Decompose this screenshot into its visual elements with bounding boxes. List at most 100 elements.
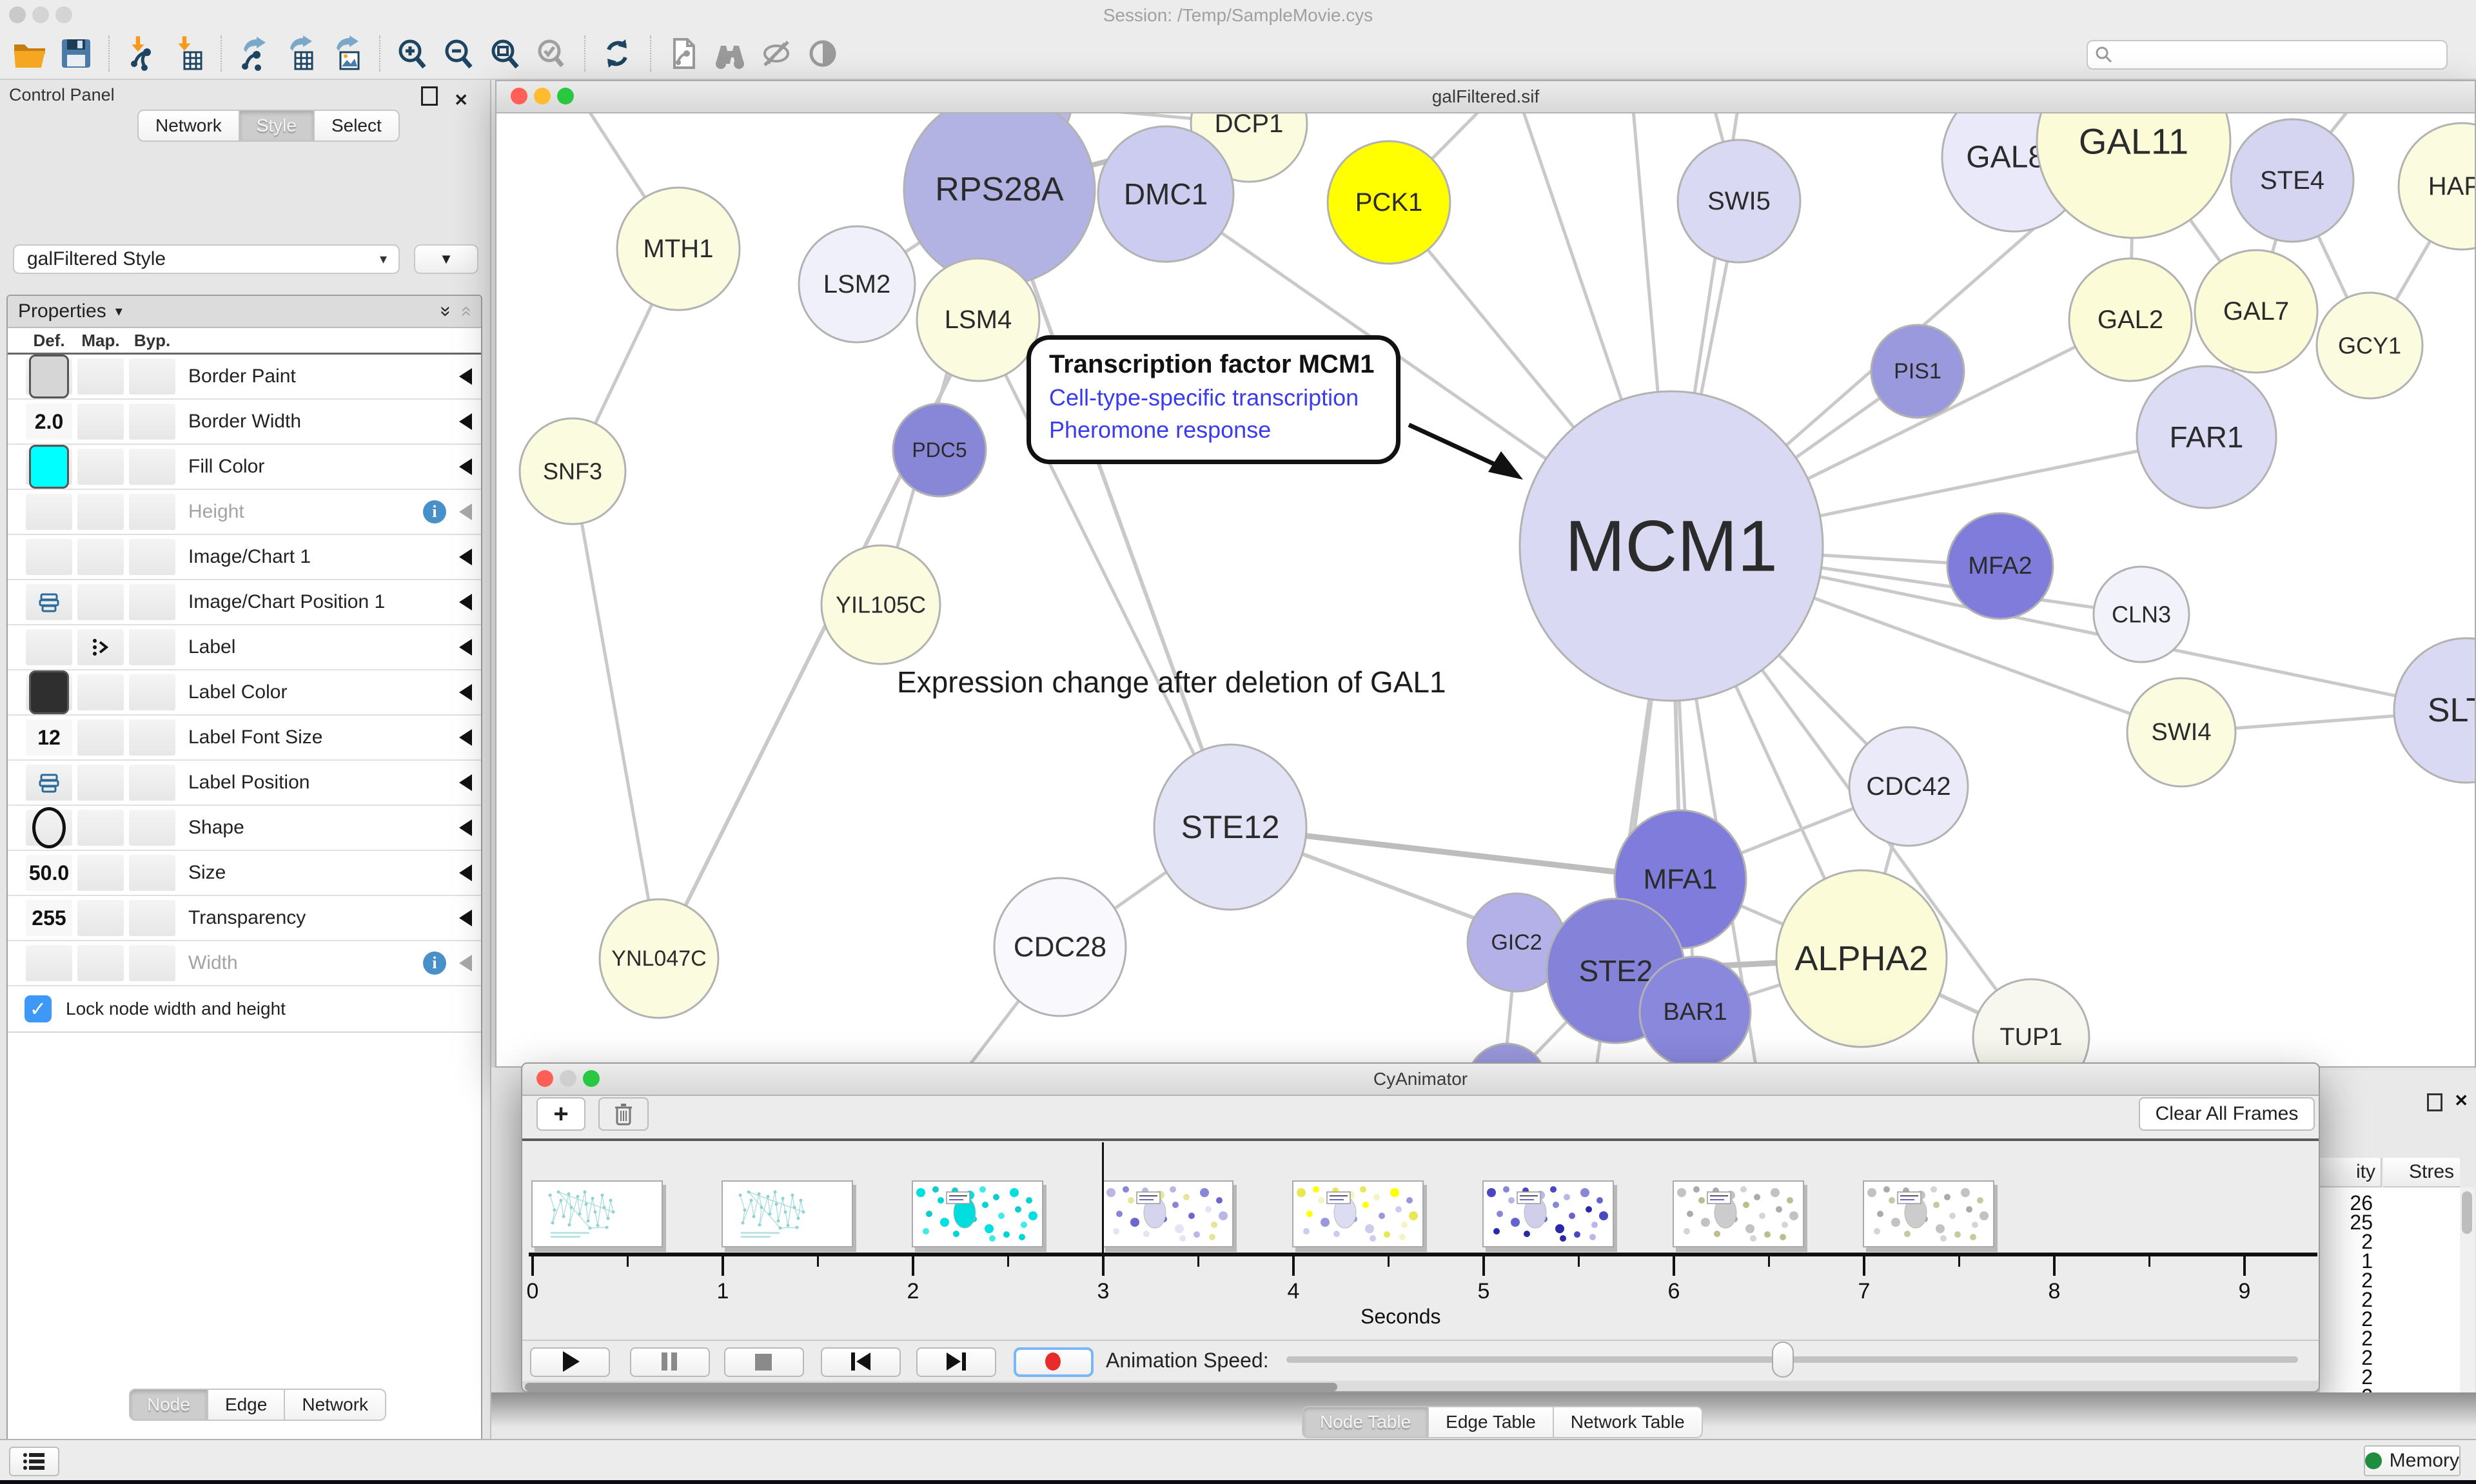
ellipse-shape-icon[interactable] <box>32 807 66 848</box>
byp-cell[interactable] <box>129 539 175 575</box>
node-LSM4[interactable]: LSM4 <box>917 259 1039 381</box>
export-table-button[interactable] <box>280 34 320 73</box>
node-BAR1[interactable]: BAR1 <box>1640 957 1751 1066</box>
node-LSM2[interactable]: LSM2 <box>799 226 915 342</box>
style-selector[interactable]: galFiltered Style ▾ <box>13 244 400 274</box>
clear-all-frames-button[interactable]: Clear All Frames <box>2139 1097 2315 1131</box>
zoom-out-button[interactable] <box>439 34 479 73</box>
def-cell[interactable] <box>26 629 72 665</box>
byp-cell[interactable] <box>129 584 175 620</box>
refresh-button[interactable] <box>598 34 638 73</box>
tab-edge[interactable]: Edge <box>208 1389 284 1421</box>
info-icon[interactable]: i <box>423 500 446 523</box>
property-row-label-position[interactable]: Label Position <box>8 761 481 806</box>
property-row-border-width[interactable]: 2.0Border Width <box>8 400 481 445</box>
position-icon[interactable] <box>37 592 61 612</box>
delete-frame-button[interactable] <box>598 1097 649 1131</box>
table-column-ity[interactable]: ity <box>2320 1158 2382 1187</box>
timeline-ruler[interactable] <box>529 1253 2317 1256</box>
lock-size-checkbox[interactable]: ✓ <box>25 995 52 1022</box>
expand-row-icon[interactable] <box>459 503 472 520</box>
node-ALPHA2[interactable]: ALPHA2 <box>1776 870 1947 1047</box>
property-row-label[interactable]: Label <box>8 625 481 670</box>
default-swatch[interactable] <box>29 445 69 489</box>
byp-cell[interactable] <box>129 674 175 710</box>
byp-cell[interactable] <box>129 404 175 440</box>
node-TUP1[interactable]: TUP1 <box>1973 979 2089 1066</box>
zoom-selected-button[interactable] <box>532 34 572 73</box>
byp-cell[interactable] <box>129 358 175 395</box>
zoom-in-button[interactable] <box>393 34 433 73</box>
tab-node-table[interactable]: Node Table <box>1302 1406 1428 1438</box>
float-panel-icon[interactable] <box>421 86 438 106</box>
frame-thumbnail-4[interactable] <box>1292 1180 1424 1247</box>
node-YNL047C[interactable]: YNL047C <box>600 899 718 1018</box>
tab-network[interactable]: Network <box>137 110 239 142</box>
byp-cell[interactable] <box>129 945 175 981</box>
property-row-shape[interactable]: Shape <box>8 806 481 851</box>
close-table-icon[interactable]: ✕ <box>2454 1091 2468 1111</box>
open-folder-button[interactable] <box>10 34 50 73</box>
def-cell[interactable] <box>26 494 72 530</box>
node-GAL7[interactable]: GAL7 <box>2195 250 2317 373</box>
def-cell[interactable]: 12 <box>26 719 72 756</box>
import-network-button[interactable] <box>122 34 162 73</box>
default-value[interactable]: 12 <box>37 726 61 750</box>
search-field[interactable] <box>2087 40 2448 70</box>
node-CDC28[interactable]: CDC28 <box>994 878 1126 1016</box>
map-cell[interactable] <box>77 810 124 846</box>
expand-row-icon[interactable] <box>459 910 472 926</box>
pause-button[interactable] <box>630 1347 710 1377</box>
import-table-button[interactable] <box>168 34 208 73</box>
node-PIS1[interactable]: PIS1 <box>1871 325 1964 418</box>
map-cell[interactable] <box>77 584 124 620</box>
default-swatch[interactable] <box>29 355 69 398</box>
map-cell[interactable] <box>77 900 124 936</box>
map-cell[interactable] <box>77 494 124 530</box>
expand-row-icon[interactable] <box>459 955 472 971</box>
node-DMC1[interactable]: DMC1 <box>1098 126 1233 262</box>
node-MTH1[interactable]: MTH1 <box>617 188 740 310</box>
node-SWI4[interactable]: SWI4 <box>2127 678 2235 786</box>
animator-hscrollbar[interactable] <box>522 1381 2320 1392</box>
tab-style[interactable]: Style <box>239 110 314 142</box>
properties-header[interactable]: Properties ▾ » » <box>8 296 481 328</box>
property-row-size[interactable]: 50.0Size <box>8 851 481 896</box>
log-console-button[interactable] <box>9 1447 59 1476</box>
tab-edge-table[interactable]: Edge Table <box>1428 1406 1553 1438</box>
default-value[interactable]: 255 <box>32 906 66 930</box>
node-STE12[interactable]: STE12 <box>1154 745 1306 910</box>
def-cell[interactable] <box>26 449 72 485</box>
property-row-border-paint[interactable]: Border Paint <box>8 355 481 400</box>
annotation-link-1[interactable]: Cell-type-specific transcription <box>1049 384 1378 411</box>
map-cell[interactable] <box>77 719 124 756</box>
node-GCY1[interactable]: GCY1 <box>2317 293 2422 398</box>
add-frame-button[interactable]: + <box>536 1097 585 1131</box>
map-cell[interactable] <box>77 539 124 575</box>
def-cell[interactable] <box>26 358 72 395</box>
default-swatch[interactable] <box>29 670 69 714</box>
expand-row-icon[interactable] <box>459 864 472 881</box>
property-row-transparency[interactable]: 255Transparency <box>8 896 481 941</box>
def-cell[interactable] <box>26 810 72 846</box>
network-canvas[interactable]: DCP1RPS28ADMC1PCK1SWI5GAL80GAL11STE4HAP2… <box>496 113 2475 1066</box>
float-table-icon[interactable] <box>2427 1093 2442 1111</box>
show-detail-button[interactable] <box>803 34 843 73</box>
node-GAL2[interactable]: GAL2 <box>2069 259 2192 381</box>
byp-cell[interactable] <box>129 494 175 530</box>
frame-thumbnail-5[interactable] <box>1482 1180 1614 1247</box>
node-RPS28A[interactable]: RPS28A <box>904 113 1095 285</box>
playhead[interactable] <box>1102 1142 1104 1256</box>
map-cell[interactable] <box>77 629 124 665</box>
def-cell[interactable] <box>26 674 72 710</box>
node-MFA2[interactable]: MFA2 <box>1947 513 2053 619</box>
expand-all-icon[interactable]: » <box>435 306 457 317</box>
node-CDC42[interactable]: CDC42 <box>1849 727 1968 846</box>
frame-thumbnail-7[interactable] <box>1863 1180 1994 1247</box>
def-cell[interactable]: 2.0 <box>26 404 72 440</box>
save-button[interactable] <box>56 34 96 73</box>
tab-node[interactable]: Node <box>129 1389 208 1421</box>
property-row-fill-color[interactable]: Fill Color <box>8 445 481 490</box>
node-HAP2[interactable]: HAP2 <box>2399 123 2475 249</box>
expand-row-icon[interactable] <box>459 684 472 701</box>
